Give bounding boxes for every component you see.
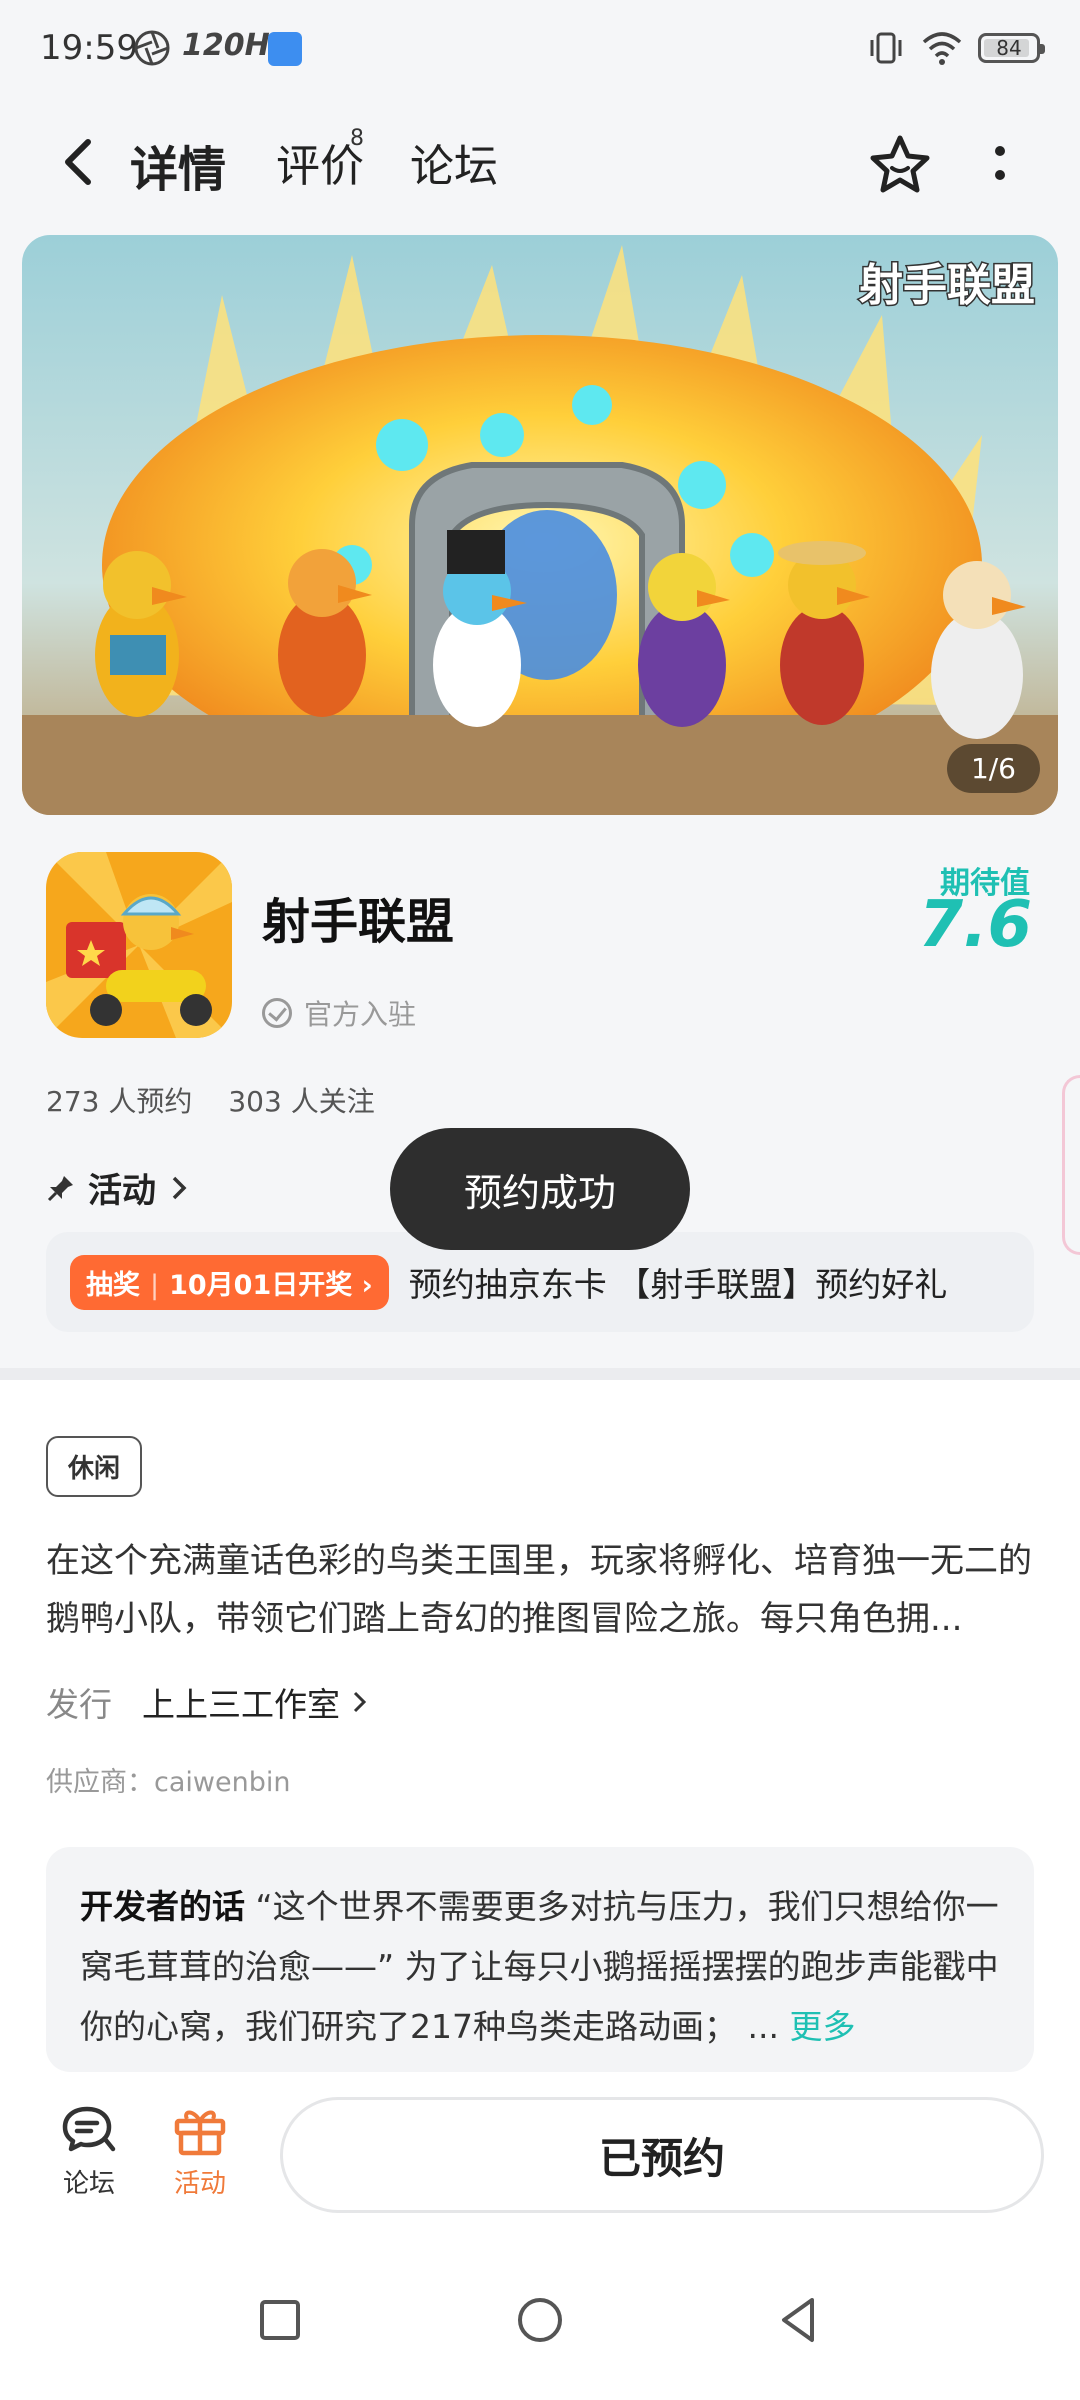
pin-icon (47, 1175, 73, 1201)
favorite-star-button[interactable] (865, 130, 935, 200)
chevron-right-icon (172, 1176, 187, 1199)
home-button[interactable] (510, 2290, 570, 2350)
lottery-tag: 抽奖 | 10月01日开奖 › (70, 1254, 389, 1310)
banner-logo-text: 射手联盟 (859, 260, 1035, 311)
activity-text: 预约抽京东卡 【射手联盟】预约好礼 (408, 1265, 948, 1304)
system-nav-bar (0, 2240, 1080, 2400)
back-button[interactable] (50, 132, 110, 192)
reserved-button[interactable]: 已预约 (280, 2097, 1044, 2213)
official-badge: 官方入驻 (262, 993, 416, 1033)
tab-details[interactable]: 详情 (130, 130, 226, 200)
tab-forum[interactable]: 论坛 (410, 130, 498, 194)
section-divider (0, 1368, 1080, 1380)
carousel-counter: 1/6 (946, 744, 1040, 793)
reservation-count: 273 人预约 (46, 1085, 193, 1118)
app-stats: 273 人预约 303 人关注 (46, 1080, 375, 1120)
banner-image: 射手联盟 (22, 235, 1058, 815)
toast-message: 预约成功 (390, 1128, 690, 1250)
status-bar: 19:59 120Hz 84 (0, 0, 1080, 100)
reviews-count-badge: 8 (350, 126, 364, 151)
expectation-score: 7.6 (918, 888, 1032, 962)
vibrate-icon (870, 32, 902, 64)
app-name: 射手联盟 (262, 894, 455, 950)
aperture-icon (134, 30, 170, 66)
battery-level: 84 (996, 36, 1022, 60)
activity-label: 活动 (173, 2169, 226, 2199)
forum-button[interactable]: 论坛 (44, 2103, 134, 2200)
official-label: 官方入驻 (304, 998, 417, 1031)
recent-apps-button[interactable] (250, 2290, 310, 2350)
publisher-row[interactable]: 发行 上上三工作室 (46, 1678, 370, 1726)
follower-count: 303 人关注 (228, 1085, 375, 1118)
chevron-right-icon (353, 1691, 367, 1713)
verified-check-icon (262, 998, 292, 1028)
lottery-type: 抽奖 (86, 1269, 140, 1301)
back-nav-button[interactable] (768, 2290, 828, 2350)
bottom-action-bar: 论坛 活动 已预约 (0, 2085, 1080, 2225)
lottery-date: 10月01日开奖 (169, 1269, 353, 1301)
download-icon (268, 32, 302, 66)
activity-section-header[interactable]: 活动 (46, 1163, 190, 1212)
forum-label: 论坛 (62, 2169, 115, 2199)
top-nav: 详情 评价 8 论坛 (0, 110, 1080, 220)
status-time: 19:59 (40, 28, 138, 68)
publisher-name: 上上三工作室 (142, 1685, 340, 1724)
publisher-label: 发行 (46, 1685, 112, 1724)
gift-icon (174, 2110, 226, 2156)
more-link[interactable]: 更多 (789, 2007, 855, 2046)
developer-words-card[interactable]: 开发者的话 “这个世界不需要更多对抗与压力，我们只想给你一窝毛茸茸的治愈——” … (46, 1847, 1034, 2072)
app-icon (46, 852, 232, 1038)
activity-button[interactable]: 活动 (155, 2103, 245, 2200)
dev-words-label: 开发者的话 (80, 1887, 245, 1926)
category-tag[interactable]: 休闲 (46, 1436, 143, 1497)
side-drawer-handle[interactable] (1062, 1075, 1080, 1255)
game-description[interactable]: 在这个充满童话色彩的鸟类王国里，玩家将孵化、培育独一无二的鹅鸭小队，带领它们踏上… (46, 1532, 1036, 1648)
screenshot-carousel[interactable]: 射手联盟 1/6 (22, 235, 1058, 815)
activity-title: 活动 (88, 1171, 156, 1211)
more-options-icon[interactable] (980, 135, 1020, 195)
supplier-info: 供应商：caiwenbin (46, 1767, 291, 1798)
battery-icon: 84 (978, 33, 1045, 63)
chat-bubble-icon (62, 2106, 116, 2152)
wifi-icon (922, 32, 962, 65)
